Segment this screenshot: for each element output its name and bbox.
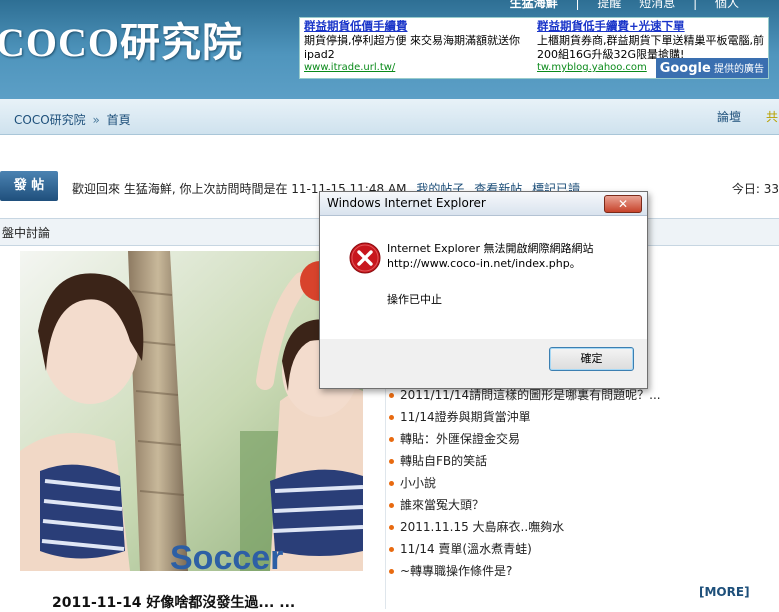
featured-photo[interactable]: Soccer <box>20 251 363 571</box>
error-dialog: Windows Internet Explorer ✕ Internet Exp… <box>319 191 648 389</box>
section-title[interactable]: 盤中討論 <box>2 224 50 241</box>
thread-title[interactable]: 轉貼自FB的笑話 <box>400 454 487 468</box>
google-ads-text: 提供的廣告 <box>714 64 764 75</box>
breadcrumb-separator: » <box>92 113 100 127</box>
dialog-message-line: Internet Explorer 無法開啟網際網路網站 <box>387 242 594 255</box>
ad-title[interactable]: 群益期貨低手續費+光速下單 <box>537 18 765 34</box>
ad-url[interactable]: www.itrade.url.tw/ <box>304 62 532 73</box>
today-count: 今日: 33 <box>731 182 779 196</box>
breadcrumb: COCO研究院 » 首頁 <box>14 111 131 128</box>
close-icon[interactable]: ✕ <box>604 195 642 213</box>
dialog-url: http://www.coco-in.net/index.php。 <box>387 257 581 270</box>
dialog-message: Internet Explorer 無法開啟網際網路網站 http://www.… <box>387 241 593 271</box>
reminder-link[interactable]: 提醒 <box>597 0 621 10</box>
thread-item[interactable]: 轉貼：外匯保證金交易 <box>389 428 661 450</box>
thread-item[interactable]: 11/14 賣單(溫水煮青蛙) <box>389 538 661 560</box>
dialog-status: 操作已中止 <box>387 293 442 306</box>
nav-bar: COCO研究院 » 首頁 論壇 共 <box>0 99 779 135</box>
dialog-body: Internet Explorer 無法開啟網際網路網站 http://www.… <box>320 216 647 339</box>
thread-title[interactable]: 11/14證券與期貨當沖單 <box>400 410 531 424</box>
thread-item[interactable]: 小小說 <box>389 472 661 494</box>
top-links: 生猛海鮮 | 提醒 短消息 | 個人 <box>496 0 739 11</box>
thread-item[interactable]: 11/14證券與期貨當沖單 <box>389 406 661 428</box>
thread-title[interactable]: 11/14 賣單(溫水煮青蛙) <box>400 542 532 556</box>
site-header: 生猛海鮮 | 提醒 短消息 | 個人 COCO研究院 群益期貨低價手續費 期貨停… <box>0 0 779 99</box>
bullet-icon <box>389 547 394 552</box>
thread-title[interactable]: 2011/11/14請問這樣的圖形是哪裏有問題呢？... <box>400 388 661 402</box>
site-logo[interactable]: COCO研究院 <box>0 10 243 68</box>
thread-title[interactable]: ~轉專職操作條件是? <box>400 564 512 578</box>
top-sep-2: | <box>693 0 698 10</box>
thread-list: 2011/11/14請問這樣的圖形是哪裏有問題呢？... 11/14證券與期貨當… <box>389 384 661 582</box>
thread-title[interactable]: 轉貼：外匯保證金交易 <box>400 432 520 446</box>
thread-title[interactable]: 2011.11.15 大島麻衣..嘸夠水 <box>400 520 564 534</box>
thread-item[interactable]: 2011.11.15 大島麻衣..嘸夠水 <box>389 516 661 538</box>
dialog-title: Windows Internet Explorer <box>327 196 486 210</box>
ad-banner: 群益期貨低價手續費 期貨停損,停利超方便 來交易海期滿額就送你ipad2 www… <box>299 17 769 79</box>
username-link[interactable]: 生猛海鮮 <box>510 0 558 10</box>
nav-extra-link[interactable]: 共 <box>766 108 778 125</box>
google-logo: Google <box>659 61 711 76</box>
breadcrumb-current: 首頁 <box>106 113 131 127</box>
ad-item[interactable]: 群益期貨低價手續費 期貨停損,停利超方便 來交易海期滿額就送你ipad2 www… <box>304 18 532 73</box>
ok-button[interactable]: 確定 <box>549 347 634 371</box>
top-sep: | <box>575 0 580 10</box>
messages-link[interactable]: 短消息 <box>639 0 675 10</box>
bullet-icon <box>389 459 394 464</box>
ad-body: 期貨停損,停利超方便 來交易海期滿額就送你ipad2 <box>304 34 520 61</box>
thread-item[interactable]: ~轉專職操作條件是? <box>389 560 661 582</box>
bullet-icon <box>389 415 394 420</box>
thread-title[interactable]: 誰來當冤大頭？ <box>400 498 484 512</box>
thread-item[interactable]: 誰來當冤大頭？ <box>389 494 661 516</box>
new-post-button[interactable]: 發 帖 <box>0 171 58 201</box>
error-icon <box>349 242 381 274</box>
bullet-icon <box>389 525 394 530</box>
bullet-icon <box>389 437 394 442</box>
bullet-icon <box>389 569 394 574</box>
bullet-icon <box>389 481 394 486</box>
dialog-titlebar[interactable]: Windows Internet Explorer ✕ <box>320 192 647 216</box>
bullet-icon <box>389 393 394 398</box>
bullet-icon <box>389 503 394 508</box>
ad-title[interactable]: 群益期貨低價手續費 <box>304 18 532 34</box>
more-link[interactable]: [MORE] <box>699 585 750 599</box>
photo-overlay-text: Soccer <box>170 539 283 571</box>
thread-title[interactable]: 小小說 <box>400 476 436 490</box>
nav-forum-link[interactable]: 論壇 <box>717 108 741 125</box>
photo-caption[interactable]: 2011-11-14 好像啥都沒發生過... ... <box>52 592 295 612</box>
photo-illustration: Soccer <box>20 251 363 571</box>
google-ads-badge[interactable]: Google 提供的廣告 <box>655 58 768 78</box>
thread-item[interactable]: 轉貼自FB的笑話 <box>389 450 661 472</box>
breadcrumb-home[interactable]: COCO研究院 <box>14 113 86 127</box>
profile-link[interactable]: 個人 <box>715 0 739 10</box>
